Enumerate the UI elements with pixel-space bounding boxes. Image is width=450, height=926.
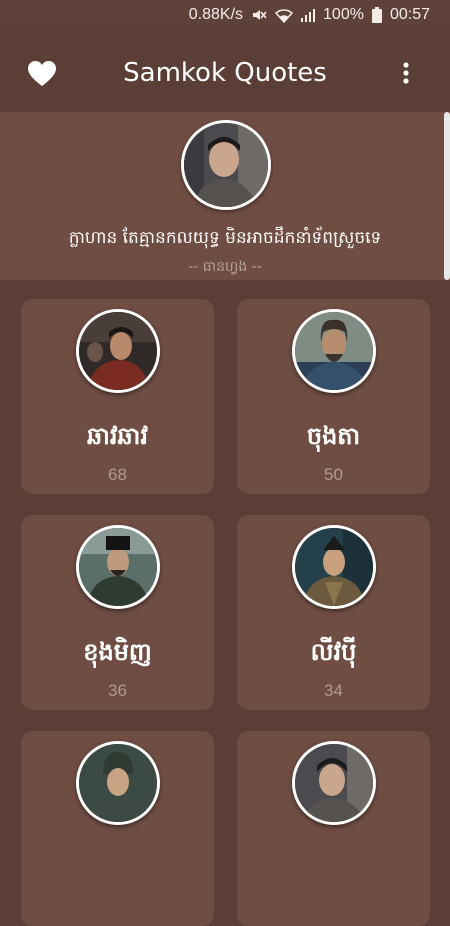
featured-quote-author: -- ធានហ្វង -- bbox=[188, 259, 262, 275]
battery-level: 100% bbox=[323, 6, 364, 23]
featured-author-avatar bbox=[181, 120, 271, 210]
character-name: ខុងមិញ bbox=[83, 638, 152, 666]
status-bar-right: 0.88K/s 100% 00:57 bbox=[189, 6, 430, 24]
featured-quote-panel[interactable]: ក្លាហាន តែគ្មានកលយុទ្ធ មិនអាចដឹកនាំទ័ពស្… bbox=[0, 112, 450, 280]
character-avatar bbox=[76, 309, 160, 393]
character-avatar bbox=[76, 741, 160, 825]
character-name: ចុងតា bbox=[306, 422, 361, 450]
character-card[interactable]: ខុងមិញ 36 bbox=[21, 515, 214, 710]
quote-count: 34 bbox=[324, 681, 343, 700]
character-avatar bbox=[292, 741, 376, 825]
more-vert-icon bbox=[403, 62, 409, 84]
battery-icon bbox=[371, 7, 382, 23]
character-name: ឆាវឆាវ bbox=[87, 422, 148, 450]
app-title: Samkok Quotes bbox=[123, 58, 327, 88]
app-bar: Samkok Quotes bbox=[0, 30, 450, 112]
character-card[interactable] bbox=[21, 731, 214, 926]
quote-count: 50 bbox=[324, 465, 343, 484]
status-bar: 0.88K/s 100% 00:57 bbox=[0, 0, 450, 30]
character-card[interactable]: លីវប៉ី 34 bbox=[237, 515, 430, 710]
character-avatar bbox=[76, 525, 160, 609]
wifi-icon bbox=[275, 7, 294, 23]
scrollbar[interactable] bbox=[444, 112, 450, 280]
character-card[interactable]: ឆាវឆាវ 68 bbox=[21, 299, 214, 494]
more-options-button[interactable] bbox=[396, 60, 416, 88]
featured-quote-text: ក្លាហាន តែគ្មានកលយុទ្ធ មិនអាចដឹកនាំទ័ពស្… bbox=[68, 228, 382, 248]
network-speed: 0.88K/s bbox=[188, 6, 244, 23]
quote-count: 68 bbox=[108, 465, 127, 484]
quote-count: 36 bbox=[108, 681, 127, 700]
character-avatar bbox=[292, 525, 376, 609]
character-card[interactable] bbox=[237, 731, 430, 926]
mute-icon bbox=[251, 7, 267, 23]
character-name: លីវប៉ី bbox=[310, 638, 357, 666]
signal-icon bbox=[301, 8, 316, 22]
character-avatar bbox=[292, 309, 376, 393]
character-card[interactable]: ចុងតា 50 bbox=[237, 299, 430, 494]
clock: 00:57 bbox=[389, 6, 430, 23]
